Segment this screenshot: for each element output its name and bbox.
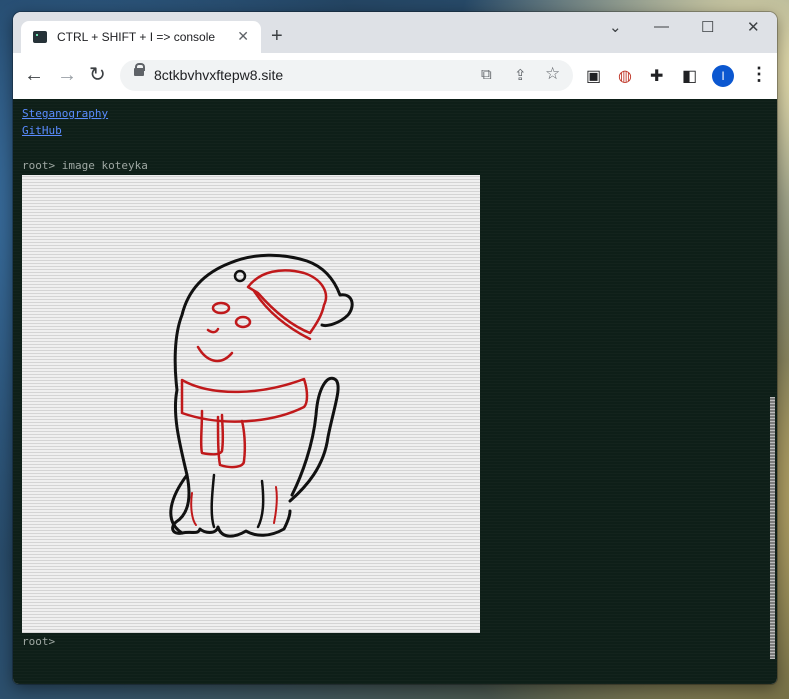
- tab-title: CTRL + SHIFT + I => console: [57, 30, 216, 44]
- menu-icon[interactable]: ⋮: [750, 64, 768, 85]
- side-panel-icon[interactable]: ◧: [682, 66, 697, 86]
- command-line: root> image koteyka: [22, 159, 148, 172]
- browser-window: CTRL + SHIFT + I => console ✕ + ⌄ — ☐ ✕ …: [13, 12, 777, 684]
- reload-button[interactable]: ↻: [89, 65, 106, 85]
- link-github[interactable]: GitHub: [22, 124, 62, 137]
- translate-icon[interactable]: ⧉: [481, 66, 492, 83]
- share-icon[interactable]: ⇪: [514, 66, 527, 84]
- url-text[interactable]: 8ctkbvhvxftepw8.site: [154, 67, 454, 83]
- close-window-button[interactable]: ✕: [747, 18, 760, 36]
- tab-search-icon[interactable]: ⌄: [609, 18, 622, 36]
- extensions-puzzle-icon[interactable]: ✚: [650, 66, 663, 86]
- minimize-button[interactable]: —: [654, 18, 669, 35]
- extension-avatar-icon[interactable]: ◍: [618, 66, 632, 86]
- new-tab-button[interactable]: +: [271, 26, 283, 46]
- maximize-button[interactable]: ☐: [701, 18, 714, 36]
- lock-icon[interactable]: [134, 63, 145, 76]
- close-tab-icon[interactable]: ✕: [237, 28, 249, 45]
- tab-console[interactable]: CTRL + SHIFT + I => console ✕: [21, 21, 261, 55]
- page-scrollbar[interactable]: [770, 397, 775, 659]
- forward-button[interactable]: →: [57, 65, 77, 85]
- profile-avatar[interactable]: I: [712, 65, 734, 87]
- cat-drawing: [169, 253, 354, 538]
- koteyka-image: [22, 175, 480, 633]
- address-bar[interactable]: 8ctkbvhvxftepw8.site ⧉ ⇪ ☆: [120, 60, 573, 91]
- browser-toolbar: ← → ↻ 8ctkbvhvxftepw8.site ⧉ ⇪ ☆ ▣ ◍ ✚ ◧…: [13, 53, 777, 99]
- link-steganography[interactable]: Steganography: [22, 107, 108, 120]
- tab-strip: CTRL + SHIFT + I => console ✕ + ⌄ — ☐ ✕: [13, 12, 777, 55]
- terminal-icon: [33, 31, 47, 43]
- terminal-page: Steganography GitHub root> image koteyka: [13, 99, 777, 684]
- prompt-line[interactable]: root>: [22, 635, 55, 648]
- extension-icon[interactable]: ▣: [586, 66, 601, 86]
- bookmark-star-icon[interactable]: ☆: [545, 64, 560, 84]
- back-button[interactable]: ←: [24, 65, 44, 85]
